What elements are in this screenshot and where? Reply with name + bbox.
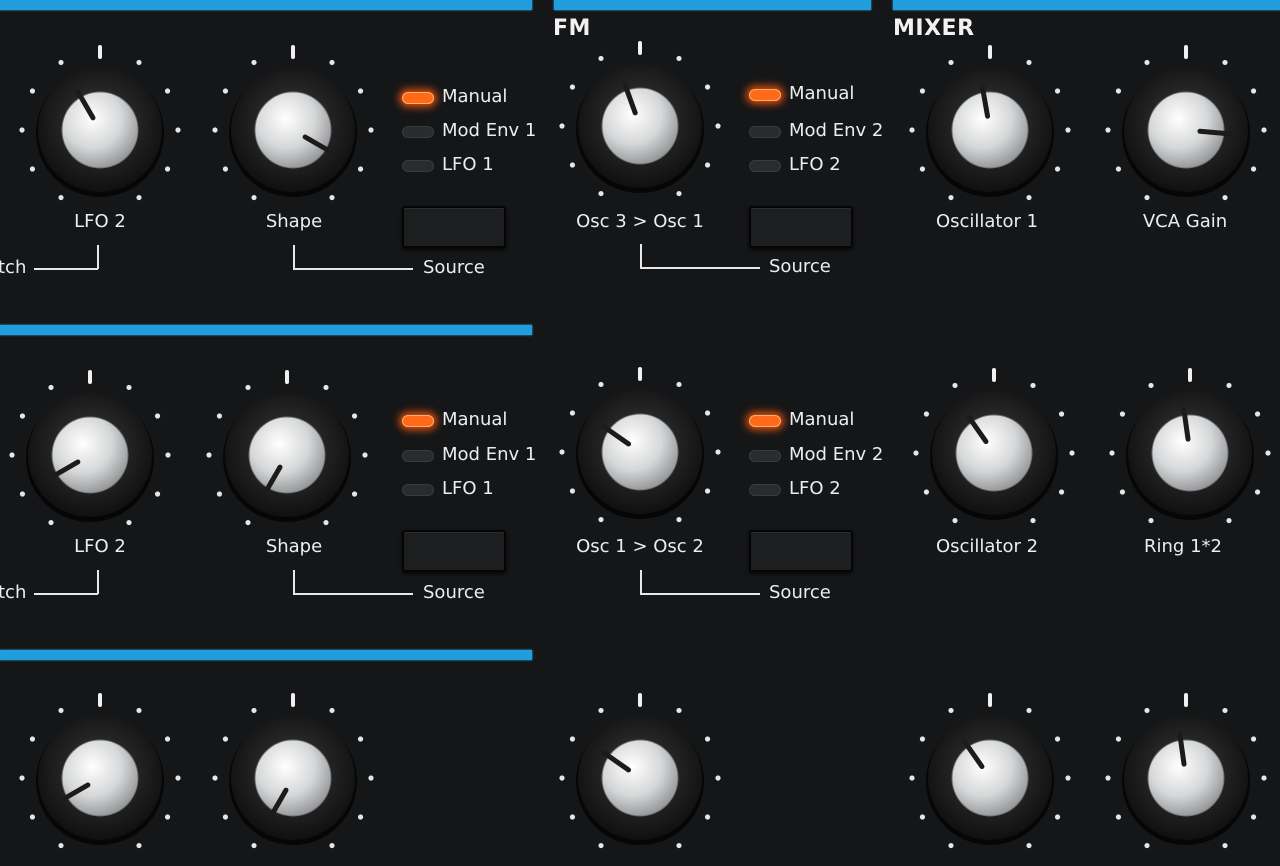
oscillator2-level-label: Oscillator 2 bbox=[935, 536, 1039, 557]
knob-graphic bbox=[206, 370, 368, 526]
led-indicator bbox=[402, 126, 434, 138]
led-indicator bbox=[402, 92, 434, 104]
led-indicator bbox=[402, 484, 434, 496]
source-option-label: Mod Env 2 bbox=[789, 120, 884, 141]
source-option-label: Manual bbox=[442, 409, 508, 430]
led-indicator bbox=[749, 89, 781, 101]
bracket-line bbox=[97, 245, 99, 269]
mixer-knob[interactable] bbox=[1098, 690, 1274, 866]
source-option-label: Mod Env 1 bbox=[442, 120, 537, 141]
bracket-line bbox=[640, 244, 642, 268]
lfo2-knob-label: LFO 2 bbox=[74, 211, 126, 232]
shape-knob[interactable] bbox=[205, 690, 381, 866]
bracket-line bbox=[34, 593, 98, 595]
section-bar-mid-left bbox=[0, 325, 532, 335]
bracket-line bbox=[640, 593, 760, 595]
oscillator2-level-knob[interactable] bbox=[906, 365, 1082, 541]
bracket-line bbox=[293, 593, 413, 595]
bracket-line bbox=[640, 267, 760, 269]
source-option-label: LFO 2 bbox=[789, 154, 841, 175]
lfo2-knob-label: LFO 2 bbox=[74, 536, 126, 557]
source-option-label: Manual bbox=[789, 83, 855, 104]
knob-graphic bbox=[9, 370, 171, 526]
bracket-line bbox=[293, 570, 295, 594]
knob-graphic bbox=[913, 368, 1075, 524]
led-indicator bbox=[402, 415, 434, 427]
shape-knob-label: Shape bbox=[265, 211, 323, 232]
mixer-knob[interactable] bbox=[902, 690, 1078, 866]
shape-knob[interactable] bbox=[205, 42, 381, 218]
led-indicator bbox=[749, 450, 781, 462]
source-select-button[interactable] bbox=[402, 530, 506, 572]
section-title-mixer: MIXER bbox=[893, 16, 975, 41]
led-indicator bbox=[749, 160, 781, 172]
source-option-label: LFO 2 bbox=[789, 478, 841, 499]
knob-graphic bbox=[1105, 693, 1267, 849]
knob-graphic bbox=[559, 367, 721, 523]
oscillator1-level-label: Oscillator 1 bbox=[935, 211, 1039, 232]
lfo2-knob[interactable] bbox=[12, 42, 188, 218]
oscillator1-level-knob[interactable] bbox=[902, 42, 1078, 218]
led-indicator bbox=[749, 484, 781, 496]
led-indicator bbox=[402, 450, 434, 462]
fm-osc1-osc2-knob[interactable] bbox=[552, 364, 728, 540]
knob-graphic bbox=[19, 45, 181, 201]
bracket-line bbox=[640, 570, 642, 594]
bracket-line bbox=[97, 570, 99, 594]
ring-mod-knob[interactable] bbox=[1102, 365, 1278, 541]
partial-label-left: tch bbox=[0, 257, 27, 278]
section-bar-mixer bbox=[893, 0, 1280, 10]
knob-graphic bbox=[1105, 45, 1267, 201]
fm-osc3-osc1-label: Osc 3 > Osc 1 bbox=[576, 211, 704, 232]
source-option-label: Manual bbox=[789, 409, 855, 430]
fm-knob[interactable] bbox=[552, 690, 728, 866]
knob-graphic bbox=[909, 45, 1071, 201]
source-label: Source bbox=[423, 582, 485, 603]
source-option-label: LFO 1 bbox=[442, 154, 494, 175]
source-select-button[interactable] bbox=[749, 530, 853, 572]
source-option-label: Manual bbox=[442, 86, 508, 107]
partial-label-left: tch bbox=[0, 582, 27, 603]
knob-graphic bbox=[1109, 368, 1271, 524]
source-label: Source bbox=[423, 257, 485, 278]
shape-knob-label: Shape bbox=[265, 536, 323, 557]
vca-gain-label: VCA Gain bbox=[1142, 211, 1228, 232]
shape-knob[interactable] bbox=[199, 367, 375, 543]
bracket-line bbox=[293, 245, 295, 269]
source-option-label: LFO 1 bbox=[442, 478, 494, 499]
source-select-button[interactable] bbox=[402, 206, 506, 248]
section-bar-fm bbox=[554, 0, 871, 10]
ring-mod-label: Ring 1*2 bbox=[1144, 536, 1222, 557]
knob-graphic bbox=[212, 693, 374, 849]
knob-graphic bbox=[559, 693, 721, 849]
lfo2-knob[interactable] bbox=[2, 367, 178, 543]
fm-osc1-osc2-label: Osc 1 > Osc 2 bbox=[576, 536, 704, 557]
source-select-button[interactable] bbox=[749, 206, 853, 248]
knob-graphic bbox=[212, 45, 374, 201]
vca-gain-knob[interactable] bbox=[1098, 42, 1274, 218]
bracket-line bbox=[293, 268, 413, 270]
knob-graphic bbox=[19, 693, 181, 849]
section-bar-top-left bbox=[0, 0, 532, 10]
source-label: Source bbox=[769, 256, 831, 277]
source-option-label: Mod Env 2 bbox=[789, 444, 884, 465]
knob-graphic bbox=[909, 693, 1071, 849]
lfo2-knob[interactable] bbox=[12, 690, 188, 866]
fm-osc3-osc1-knob[interactable] bbox=[552, 38, 728, 214]
led-indicator bbox=[402, 160, 434, 172]
led-indicator bbox=[749, 415, 781, 427]
knob-graphic bbox=[559, 41, 721, 197]
source-option-label: Mod Env 1 bbox=[442, 444, 537, 465]
section-bar-bottom-left bbox=[0, 650, 532, 660]
source-label: Source bbox=[769, 582, 831, 603]
led-indicator bbox=[749, 126, 781, 138]
bracket-line bbox=[34, 268, 98, 270]
